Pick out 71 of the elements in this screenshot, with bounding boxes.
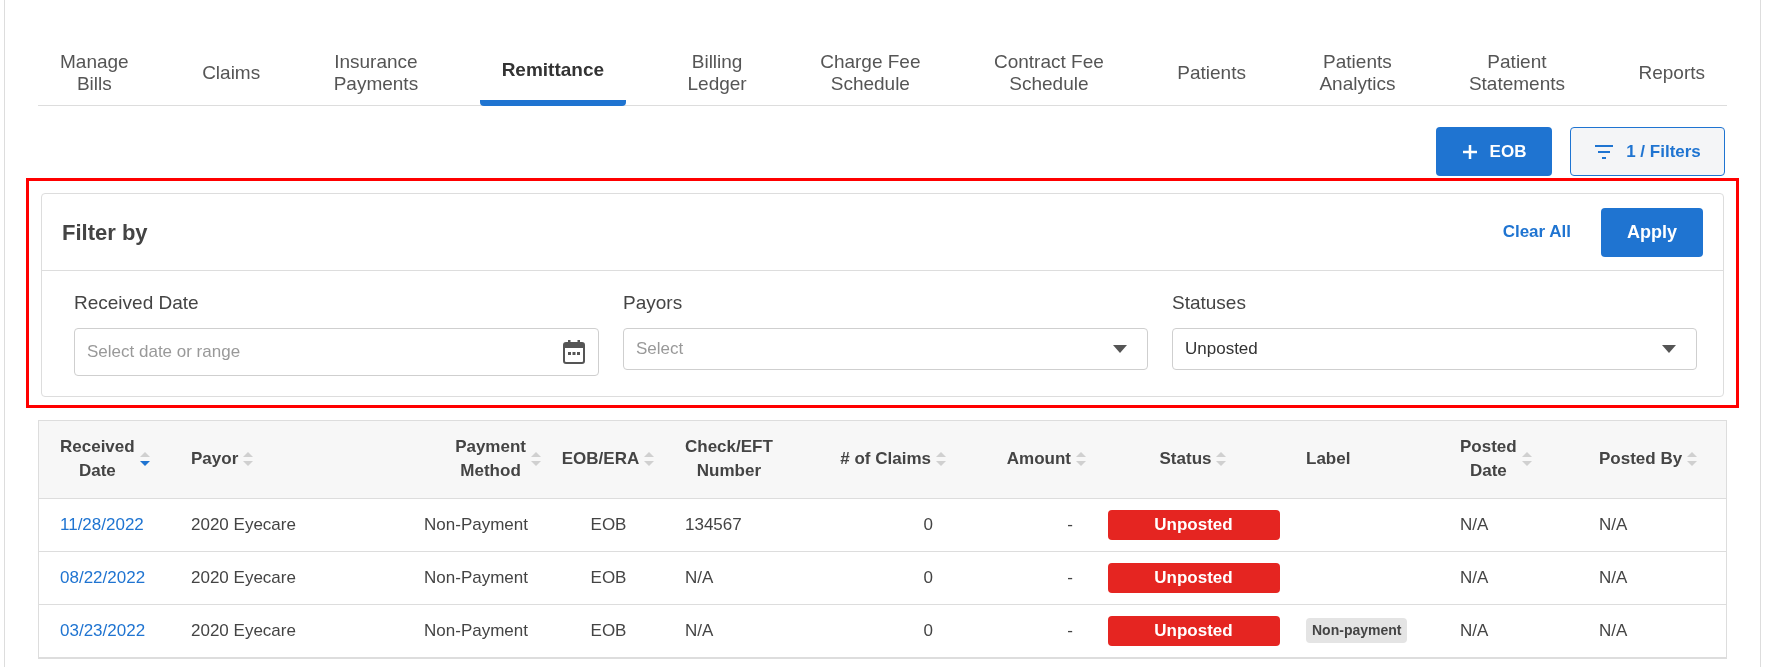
table-cell-text: EOB (590, 513, 627, 536)
select-value: Select (636, 337, 684, 360)
table-cell-text: EOB (590, 619, 627, 642)
table-cell-text: N/A (685, 566, 714, 589)
table-cell-text: N/A (1460, 566, 1489, 589)
table-cell-text: Non-Payment (424, 619, 528, 642)
date-placeholder: Select date or range (87, 340, 241, 363)
nav-tab[interactable]: Patients (1165, 40, 1258, 106)
nav-tab[interactable]: Insurance Payments (321, 40, 431, 106)
filter-icon (1594, 143, 1615, 160)
table-cell-text: N/A (1460, 619, 1489, 642)
date-link[interactable]: 11/28/2022 (60, 511, 144, 538)
filters-button[interactable]: 1 / Filters (1570, 127, 1725, 176)
column-header[interactable]: Payment Method (455, 435, 526, 483)
nav-tab[interactable]: Reports (1626, 40, 1717, 106)
table-cell-text: EOB (590, 566, 627, 589)
nav-tab[interactable]: Claims (190, 40, 273, 106)
table-cell-text: - (1067, 566, 1073, 589)
column-header[interactable]: Payor (191, 447, 239, 471)
table-cell-text: N/A (1599, 566, 1628, 589)
field-label: Received Date (74, 291, 200, 315)
table-cell-text: 2020 Eyecare (191, 566, 296, 589)
nav-tab[interactable]: Patients Analytics (1307, 40, 1408, 106)
caret-icon (1662, 344, 1676, 353)
table-cell-text: Non-Payment (424, 513, 528, 536)
table-cell-text: N/A (1460, 513, 1489, 536)
nav-tab[interactable]: Billing Ledger (675, 40, 759, 106)
table-cell-text: 2020 Eyecare (191, 619, 296, 642)
column-header[interactable]: Posted Date (1460, 435, 1517, 483)
column-header[interactable]: Posted By (1599, 447, 1683, 471)
calendar-icon[interactable] (562, 338, 586, 365)
column-header[interactable]: Status (1159, 447, 1212, 471)
table-cell-text: 2020 Eyecare (191, 513, 296, 536)
add-eob-button[interactable]: EOB (1436, 127, 1552, 176)
status-badge: Unposted (1107, 615, 1280, 646)
caret-icon (1113, 344, 1127, 353)
nav-tab[interactable]: Contract Fee Schedule (981, 40, 1116, 106)
table-cell-text: 134567 (685, 513, 742, 536)
apply-button[interactable]: Apply (1601, 207, 1703, 257)
table-cell-text: - (1067, 513, 1073, 536)
field-label: Statuses (1172, 291, 1247, 315)
table-cell-text: N/A (685, 619, 714, 642)
status-badge: Unposted (1107, 509, 1280, 540)
table-cell-text: N/A (1599, 513, 1628, 536)
plus-icon (1461, 143, 1478, 160)
table-cell-text: 0 (923, 513, 933, 536)
nav-tab[interactable]: Manage Bills (48, 40, 141, 106)
sort-icon[interactable] (138, 450, 151, 468)
nav-tab[interactable]: Remittance (479, 40, 627, 106)
clear-all-link[interactable]: Clear All (1502, 219, 1571, 245)
table-cell-text: 0 (923, 566, 933, 589)
select-field[interactable]: Unposted (1172, 327, 1697, 370)
nav-tab[interactable]: Patient Statements (1456, 40, 1577, 106)
table-cell-text: N/A (1599, 619, 1628, 642)
date-link[interactable]: 03/23/2022 (60, 617, 146, 644)
column-header[interactable]: EOB/ERA (561, 447, 640, 471)
column-header: Check/EFT Number (685, 436, 773, 482)
status-badge: Unposted (1107, 562, 1280, 593)
column-header[interactable]: Received Date (60, 435, 135, 483)
select-value: Unposted (1185, 337, 1258, 360)
table-cell-text: 0 (923, 619, 933, 642)
column-header[interactable]: Amount (1006, 447, 1071, 471)
label-tag: Non-payment (1306, 618, 1408, 643)
date-link[interactable]: 08/22/2022 (60, 564, 146, 591)
filter-title: Filter by (62, 218, 148, 247)
nav-tab[interactable]: Charge Fee Schedule (808, 40, 933, 106)
column-header[interactable]: # of Claims (840, 447, 931, 471)
field-label: Payors (623, 291, 684, 315)
column-header: Label (1306, 448, 1351, 470)
table-cell-text: - (1067, 619, 1073, 642)
table-cell-text: Non-Payment (424, 566, 528, 589)
